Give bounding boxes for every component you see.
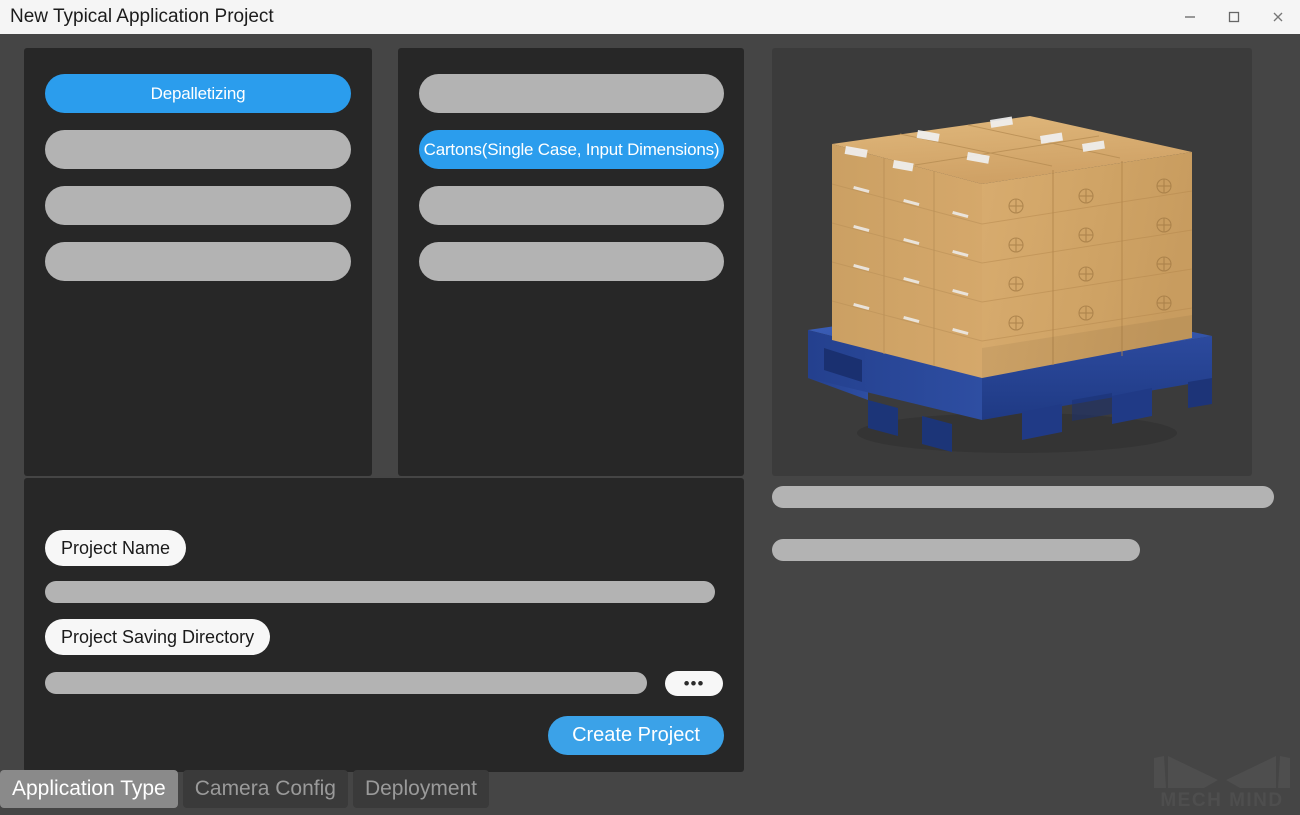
create-project-button[interactable]: Create Project bbox=[548, 716, 724, 755]
tab-label: Application Type bbox=[12, 777, 166, 801]
project-name-label: Project Name bbox=[45, 530, 186, 566]
watermark-text: MECH MIND bbox=[1160, 790, 1283, 810]
work-object-option-label: Cartons(Single Case, Input Dimensions) bbox=[424, 140, 720, 160]
close-icon bbox=[1270, 9, 1286, 25]
application-type-panel: Depalletizing bbox=[24, 48, 372, 476]
main-body: Depalletizing Cartons(Single Case, Input… bbox=[0, 34, 1300, 810]
mech-mind-logo-icon: MECH MIND bbox=[1152, 752, 1292, 810]
minimize-icon bbox=[1182, 9, 1198, 25]
tab-camera-config[interactable]: Camera Config bbox=[183, 770, 348, 808]
work-object-option-cartons[interactable]: Cartons(Single Case, Input Dimensions) bbox=[419, 130, 724, 169]
window-controls bbox=[1168, 0, 1300, 34]
app-type-option-placeholder-3[interactable] bbox=[45, 242, 351, 281]
project-form-panel: Project Name Project Saving Directory ••… bbox=[24, 478, 744, 772]
work-object-panel: Cartons(Single Case, Input Dimensions) bbox=[398, 48, 744, 476]
side-placeholder-bar-1[interactable] bbox=[772, 486, 1274, 508]
tab-label: Camera Config bbox=[195, 777, 336, 801]
pallet-render bbox=[772, 48, 1252, 476]
title-bar: New Typical Application Project bbox=[0, 0, 1300, 34]
work-object-option-placeholder-2[interactable] bbox=[419, 186, 724, 225]
work-object-option-placeholder-3[interactable] bbox=[419, 242, 724, 281]
project-saving-directory-input[interactable] bbox=[45, 672, 647, 694]
preview-panel bbox=[772, 48, 1252, 476]
app-type-option-placeholder-1[interactable] bbox=[45, 130, 351, 169]
side-placeholder-bar-2[interactable] bbox=[772, 539, 1140, 561]
tab-deployment[interactable]: Deployment bbox=[353, 770, 489, 808]
tab-application-type[interactable]: Application Type bbox=[0, 770, 178, 808]
work-object-option-placeholder-1[interactable] bbox=[419, 74, 724, 113]
maximize-button[interactable] bbox=[1212, 0, 1256, 34]
bottom-tab-bar: Application Type Camera Config Deploymen… bbox=[0, 770, 494, 810]
app-type-option-label: Depalletizing bbox=[151, 84, 246, 104]
pallet-illustration bbox=[772, 48, 1252, 476]
tab-label: Deployment bbox=[365, 777, 477, 801]
app-type-option-placeholder-2[interactable] bbox=[45, 186, 351, 225]
window-title: New Typical Application Project bbox=[10, 6, 274, 28]
project-saving-directory-label: Project Saving Directory bbox=[45, 619, 270, 655]
project-name-input[interactable] bbox=[45, 581, 715, 603]
mech-mind-watermark: MECH MIND bbox=[1152, 752, 1292, 810]
close-button[interactable] bbox=[1256, 0, 1300, 34]
maximize-icon bbox=[1226, 9, 1242, 25]
minimize-button[interactable] bbox=[1168, 0, 1212, 34]
app-type-option-depalletizing[interactable]: Depalletizing bbox=[45, 74, 351, 113]
browse-directory-button[interactable]: ••• bbox=[665, 671, 723, 696]
